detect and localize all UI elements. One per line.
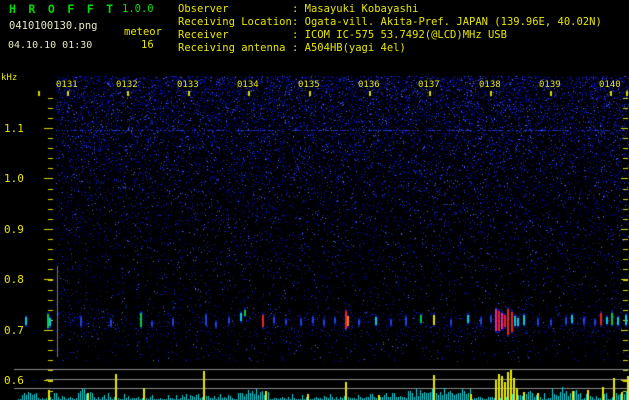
freq-tick-label: 0.9 (4, 223, 24, 236)
timestamp: 04.10.10 01:30 (8, 40, 92, 51)
mode-label: meteor (124, 27, 162, 39)
time-tick-label: 0135 (298, 80, 320, 90)
time-tick-label: 0132 (116, 80, 138, 90)
freq-tick-label: 1.1 (4, 122, 24, 135)
info-label: Observer (178, 3, 292, 15)
info-separator: : (292, 3, 305, 15)
freq-tick-label: 0.6 (4, 374, 24, 387)
info-value: ICOM IC-575 53.7492(@LCD)MHz USB (305, 29, 507, 41)
time-tick-label: 0137 (418, 80, 440, 90)
station-info-row: Receiving antenna: A504HB(yagi 4el) (178, 42, 602, 55)
info-label: Receiving antenna (178, 42, 292, 54)
freq-tick-label: 1.0 (4, 172, 24, 185)
info-value: Ogata-vill. Akita-Pref. JAPAN (139.96E, … (305, 16, 602, 28)
freq-tick-label: 0.8 (4, 273, 24, 286)
app-version: 1.0.0 (122, 4, 154, 16)
info-separator: : (292, 29, 305, 41)
hrofft-screen: HROFFT 1.0.0 0410100130.png meteor 04.10… (0, 0, 629, 400)
time-tick-label: 0131 (56, 80, 78, 90)
spectrogram-canvas (0, 0, 629, 400)
output-filename: 0410100130.png (9, 21, 98, 33)
info-label: Receiver (178, 29, 292, 41)
freq-unit-label: kHz (1, 74, 17, 84)
info-value: Masayuki Kobayashi (305, 3, 419, 15)
time-tick-label: 0134 (237, 80, 259, 90)
station-info-row: Observer: Masayuki Kobayashi (178, 3, 602, 16)
info-label: Receiving Location (178, 16, 292, 28)
station-info-row: Receiving Location: Ogata-vill. Akita-Pr… (178, 16, 602, 29)
time-tick-label: 0136 (358, 80, 380, 90)
station-info-row: Receiver: ICOM IC-575 53.7492(@LCD)MHz U… (178, 29, 602, 42)
app-title: HROFFT (9, 3, 126, 16)
info-separator: : (292, 42, 305, 54)
freq-tick-label: 0.7 (4, 324, 24, 337)
station-info: Observer: Masayuki KobayashiReceiving Lo… (178, 3, 602, 55)
echo-count: 16 (141, 40, 154, 52)
info-value: A504HB(yagi 4el) (305, 42, 406, 54)
info-separator: : (292, 16, 305, 28)
time-tick-label: 0133 (177, 80, 199, 90)
time-tick-label: 0138 (479, 80, 501, 90)
time-tick-label: 0140 (599, 80, 621, 90)
time-tick-label: 0139 (539, 80, 561, 90)
